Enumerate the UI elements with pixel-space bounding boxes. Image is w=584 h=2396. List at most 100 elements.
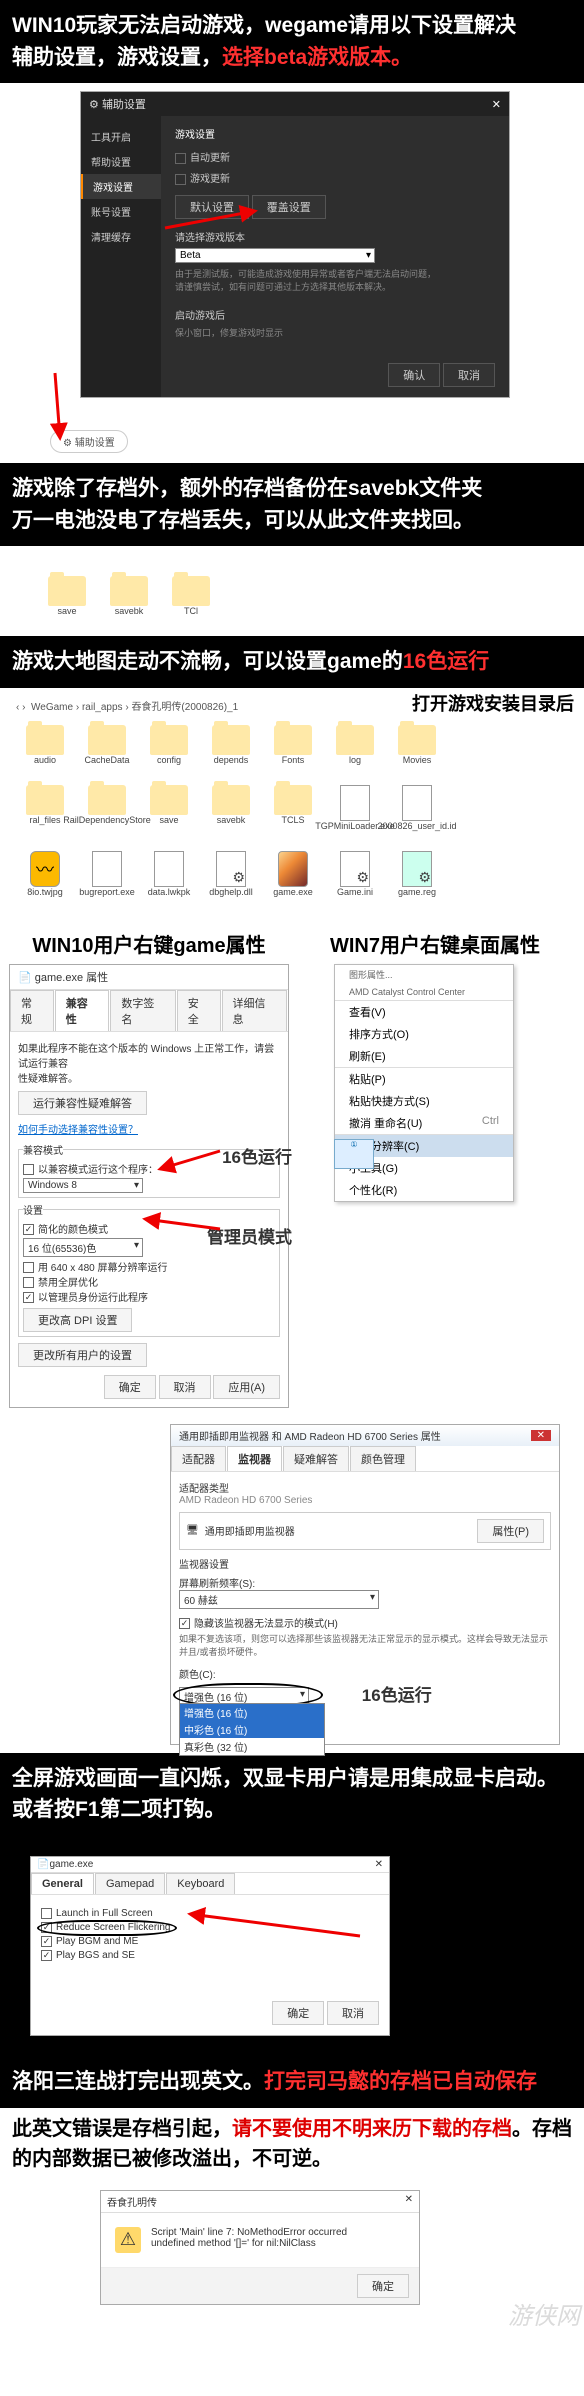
amd-adapter-label: 适配器类型 bbox=[179, 1480, 551, 1495]
file[interactable]: dbghelp.dll bbox=[204, 851, 258, 897]
compat-os-dropdown[interactable]: Windows 8 bbox=[23, 1178, 143, 1193]
chk-640-label: 用 640 x 480 屏幕分辨率运行 bbox=[38, 1263, 167, 1274]
section-5-header: 全屏游戏画面一直闪烁，双显卡用户请是用集成显卡启动。 或者按F1第二项打钩。 bbox=[0, 1753, 584, 1836]
amd-refresh-val: 60 赫兹 bbox=[184, 1596, 218, 1607]
crumb[interactable]: WeGame bbox=[31, 702, 73, 713]
file-label: dbghelp.dll bbox=[209, 887, 253, 897]
folder[interactable]: config bbox=[142, 725, 196, 765]
chk-hide-modes[interactable] bbox=[179, 1618, 190, 1629]
error-dialog: 吞食孔明传✕ ⚠ Script 'Main' line 7: NoMethodE… bbox=[100, 2190, 420, 2305]
tab[interactable]: 安全 bbox=[177, 990, 221, 1031]
fieldset-compat: 兼容模式 bbox=[23, 1142, 63, 1157]
close-icon[interactable]: ✕ bbox=[531, 1430, 551, 1441]
folder[interactable]: save bbox=[142, 785, 196, 831]
file[interactable]: TGPMiniLoader.exe bbox=[328, 785, 382, 831]
folder[interactable]: RailDependencyStore bbox=[80, 785, 134, 831]
folder-save[interactable]: save bbox=[40, 576, 94, 616]
chk-admin[interactable] bbox=[23, 1292, 34, 1303]
btn-monitor-props[interactable]: 属性(P) bbox=[477, 1519, 544, 1543]
color-option[interactable]: 真彩色 (32 位) bbox=[180, 1738, 324, 1755]
section-2-header: 游戏除了存档外，额外的存档备份在savebk文件夹 万一电池没电了存档丢失，可以… bbox=[0, 463, 584, 546]
s6-2b: 请不要使用不明来历下载的存档 bbox=[232, 2118, 512, 2140]
color-depth-dropdown[interactable]: 16 位(65536)色 bbox=[23, 1238, 143, 1257]
ctx-item[interactable]: 排序方式(O) bbox=[335, 1023, 513, 1045]
tab-compat[interactable]: 兼容性 bbox=[55, 990, 110, 1031]
ctx-item[interactable]: 查看(V) bbox=[335, 1001, 513, 1023]
chk-reduced-color[interactable] bbox=[23, 1224, 34, 1235]
file-label: audio bbox=[34, 755, 56, 765]
tab[interactable]: 颜色管理 bbox=[350, 1446, 416, 1471]
chk-compat-label: 以兼容模式运行这个程序： bbox=[38, 1165, 158, 1176]
ctx-item[interactable]: 个性化(R) bbox=[335, 1179, 513, 1201]
s1-line2a: 辅助设置，游戏设置， bbox=[12, 46, 222, 69]
tab[interactable]: 数字签名 bbox=[110, 990, 175, 1031]
tab-monitor[interactable]: 监视器 bbox=[227, 1446, 282, 1471]
ctx-item[interactable]: 粘贴(P) bbox=[335, 1068, 513, 1090]
ctx-item[interactable]: 粘贴快捷方式(S) bbox=[335, 1090, 513, 1112]
folder[interactable]: savebk bbox=[204, 785, 258, 831]
tab[interactable]: 疑难解答 bbox=[283, 1446, 349, 1471]
folder-savebk[interactable]: savebk bbox=[102, 576, 156, 616]
amd-title-text: 通用即插即用监视器 和 AMD Radeon HD 6700 Series 属性 bbox=[179, 1428, 441, 1443]
btn-troubleshoot[interactable]: 运行兼容性疑难解答 bbox=[18, 1091, 147, 1115]
s3-line1a: 游戏大地图走动不流畅，可以设置game的 bbox=[12, 650, 403, 673]
folder-tcl[interactable]: TCl bbox=[164, 576, 218, 616]
file[interactable]: 2000826_user_id.id bbox=[390, 785, 444, 831]
file-label: TCLS bbox=[281, 815, 304, 825]
install-dir-row3: 〰8io.twjpg bugreport.exe data.lwkpk dbgh… bbox=[8, 841, 576, 907]
s3-line1b: 16色运行 bbox=[403, 650, 489, 673]
err-ok-button[interactable]: 确定 bbox=[357, 2274, 409, 2298]
close-icon[interactable]: ✕ bbox=[405, 2194, 413, 2209]
chk-640[interactable] bbox=[23, 1262, 34, 1273]
file-label: game.reg bbox=[398, 887, 436, 897]
file-game-exe[interactable]: game.exe bbox=[266, 851, 320, 897]
crumb[interactable]: 吞食孔明传(2000826)_1 bbox=[131, 702, 238, 713]
chk-fullscreen[interactable] bbox=[23, 1277, 34, 1288]
file-label: CacheData bbox=[84, 755, 129, 765]
color-option[interactable]: 中彩色 (16 位) bbox=[180, 1721, 324, 1738]
btn-cancel[interactable]: 取消 bbox=[159, 1375, 211, 1399]
anno-admin: 管理员模式 bbox=[207, 1223, 292, 1248]
link-manual[interactable]: 如何手动选择兼容性设置？ bbox=[18, 1125, 138, 1136]
file[interactable]: Game.ini bbox=[328, 851, 382, 897]
folder[interactable]: TCLS bbox=[266, 785, 320, 831]
file[interactable]: 〰8io.twjpg bbox=[18, 851, 72, 897]
monitor-thumb[interactable]: ① bbox=[334, 1139, 374, 1169]
tab[interactable]: 详细信息 bbox=[222, 990, 287, 1031]
win10-properties-window: 📄 game.exe 属性 常规 兼容性 数字签名 安全 详细信息 如果此程序不… bbox=[9, 964, 289, 1408]
amd-titlebar: 通用即插即用监视器 和 AMD Radeon HD 6700 Series 属性… bbox=[171, 1425, 559, 1446]
color-depth-val: 16 位(65536)色 bbox=[28, 1244, 96, 1255]
ctx-item[interactable]: 刷新(E) bbox=[335, 1045, 513, 1067]
color-option[interactable]: 增强色 (16 位) bbox=[180, 1704, 324, 1721]
btn-dpi[interactable]: 更改高 DPI 设置 bbox=[23, 1308, 132, 1332]
amd-monitor-name: 通用即插即用监视器 bbox=[205, 1523, 295, 1538]
btn-apply[interactable]: 应用(A) bbox=[213, 1375, 280, 1399]
s6-2a: 此英文错误是存档引起， bbox=[12, 2118, 232, 2140]
crumb[interactable]: rail_apps bbox=[82, 702, 123, 713]
file-label: ral_files bbox=[29, 815, 60, 825]
folder[interactable]: Fonts bbox=[266, 725, 320, 765]
file[interactable]: game.reg bbox=[390, 851, 444, 897]
folder-label: save bbox=[57, 606, 76, 616]
btn-allusers[interactable]: 更改所有用户的设置 bbox=[18, 1343, 147, 1367]
ctx-item[interactable]: 撤消 重命名(U)Ctrl bbox=[335, 1112, 513, 1134]
btn-ok[interactable]: 确定 bbox=[104, 1375, 156, 1399]
file[interactable]: bugreport.exe bbox=[80, 851, 134, 897]
folder[interactable]: CacheData bbox=[80, 725, 134, 765]
amd-refresh-label: 屏幕刷新频率(S): bbox=[179, 1575, 551, 1590]
tab[interactable]: 适配器 bbox=[171, 1446, 226, 1471]
open-install-dir-note: 打开游戏安装目录后 bbox=[412, 690, 574, 716]
tab[interactable]: 常规 bbox=[10, 990, 54, 1031]
chk-admin-label: 以管理员身份运行此程序 bbox=[38, 1293, 148, 1304]
folder[interactable]: depends bbox=[204, 725, 258, 765]
folder[interactable]: log bbox=[328, 725, 382, 765]
section-3-header: 游戏大地图走动不流畅，可以设置game的16色运行 bbox=[0, 636, 584, 688]
folder[interactable]: Movies bbox=[390, 725, 444, 765]
file-label: depends bbox=[214, 755, 249, 765]
s1-line2b: 选择beta游戏版本。 bbox=[222, 46, 412, 69]
folder[interactable]: audio bbox=[18, 725, 72, 765]
amd-refresh-dropdown[interactable]: 60 赫兹 bbox=[179, 1590, 379, 1609]
chk-compat-mode[interactable] bbox=[23, 1164, 34, 1175]
file-label: Movies bbox=[403, 755, 432, 765]
file[interactable]: data.lwkpk bbox=[142, 851, 196, 897]
